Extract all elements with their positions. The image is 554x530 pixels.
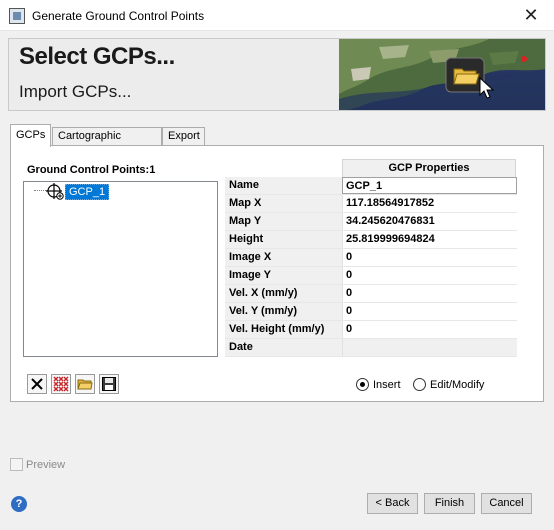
prop-row-image-y: Image Y 0 [225, 267, 517, 285]
prop-row-vel-x: Vel. X (mm/y) 0 [225, 285, 517, 303]
window-title: Generate Ground Control Points [32, 9, 205, 23]
open-button[interactable] [75, 374, 95, 394]
wizard-subheading: Import GCPs... [19, 82, 132, 101]
prop-value-map-y[interactable]: 34.245620476831 [342, 213, 517, 230]
cursor-arrow-icon [479, 77, 495, 99]
save-icon [102, 377, 116, 391]
satellite-imagery [339, 39, 545, 110]
prop-row-date: Date [225, 339, 517, 357]
prop-value-vel-y[interactable]: 0 [342, 303, 517, 320]
tab-export[interactable]: Export [162, 127, 205, 146]
prop-row-map-y: Map Y 34.245620476831 [225, 213, 517, 231]
delete-button[interactable] [27, 374, 47, 394]
delete-all-button[interactable] [51, 374, 71, 394]
delete-all-icon [53, 376, 69, 392]
gcp-count: 1 [149, 164, 156, 176]
wizard-banner: Select GCPs... Import GCPs... [8, 38, 546, 111]
tree-item[interactable]: GCP_1 [65, 184, 110, 200]
prop-label: Height [225, 231, 342, 248]
preview-label: Preview [26, 459, 66, 471]
gcp-crosshair-icon [46, 183, 64, 200]
prop-value-height[interactable]: 25.819999694824 [342, 231, 517, 248]
prop-value-vel-x[interactable]: 0 [342, 285, 517, 302]
back-button[interactable]: < Back [367, 493, 418, 514]
prop-label: Vel. Y (mm/y) [225, 303, 342, 320]
prop-label: Map Y [225, 213, 342, 230]
prop-row-map-x: Map X 117.18564917852 [225, 195, 517, 213]
insert-radio-label: Insert [373, 379, 401, 391]
prop-label: Image Y [225, 267, 342, 284]
gcp-properties-header: GCP Properties [342, 159, 516, 178]
prop-row-height: Height 25.819999694824 [225, 231, 517, 249]
gcp-list-title-label: Ground Control Points: [27, 164, 150, 176]
gcp-list-title: Ground Control Points:1 [27, 164, 155, 176]
prop-value-image-y[interactable]: 0 [342, 267, 517, 284]
insert-radio-dot[interactable] [356, 378, 369, 391]
prop-row-name: Name GCP_1 [225, 177, 517, 195]
save-button[interactable] [99, 374, 119, 394]
finish-button[interactable]: Finish [424, 493, 475, 514]
edit-modify-radio-label: Edit/Modify [430, 379, 485, 391]
preview-checkbox-box[interactable] [10, 458, 23, 471]
prop-label: Vel. Height (mm/y) [225, 321, 342, 338]
prop-label: Date [225, 339, 342, 356]
prop-label: Map X [225, 195, 342, 212]
help-icon[interactable]: ? [11, 496, 27, 512]
prop-value-date[interactable] [342, 339, 517, 356]
gcp-tree[interactable]: GCP_1 [23, 181, 218, 357]
app-icon [9, 8, 25, 24]
cancel-button[interactable]: Cancel [481, 493, 532, 514]
prop-row-vel-y: Vel. Y (mm/y) 0 [225, 303, 517, 321]
title-bar: Generate Ground Control Points ✕ [0, 0, 554, 31]
tab-gcps[interactable]: GCPs [10, 124, 51, 147]
tab-cartographic-system[interactable]: Cartographic System [52, 127, 162, 159]
prop-label: Image X [225, 249, 342, 266]
close-button[interactable]: ✕ [508, 0, 554, 31]
prop-row-image-x: Image X 0 [225, 249, 517, 267]
prop-value-vel-height[interactable]: 0 [342, 321, 517, 338]
prop-label: Name [225, 177, 342, 194]
open-folder-icon [77, 379, 93, 390]
prop-value-image-x[interactable]: 0 [342, 249, 517, 266]
delete-icon [31, 378, 43, 390]
gcps-panel: Ground Control Points:1 GCP_1 GCP Proper… [10, 145, 544, 402]
gcp-properties-grid: Name GCP_1 Map X 117.18564917852 Map Y 3… [225, 177, 517, 357]
prop-value-name[interactable]: GCP_1 [342, 177, 517, 194]
prop-label: Vel. X (mm/y) [225, 285, 342, 302]
wizard-heading: Select GCPs... [19, 43, 175, 70]
edit-modify-radio-dot[interactable] [413, 378, 426, 391]
prop-row-vel-height: Vel. Height (mm/y) 0 [225, 321, 517, 339]
prop-value-map-x[interactable]: 117.18564917852 [342, 195, 517, 212]
